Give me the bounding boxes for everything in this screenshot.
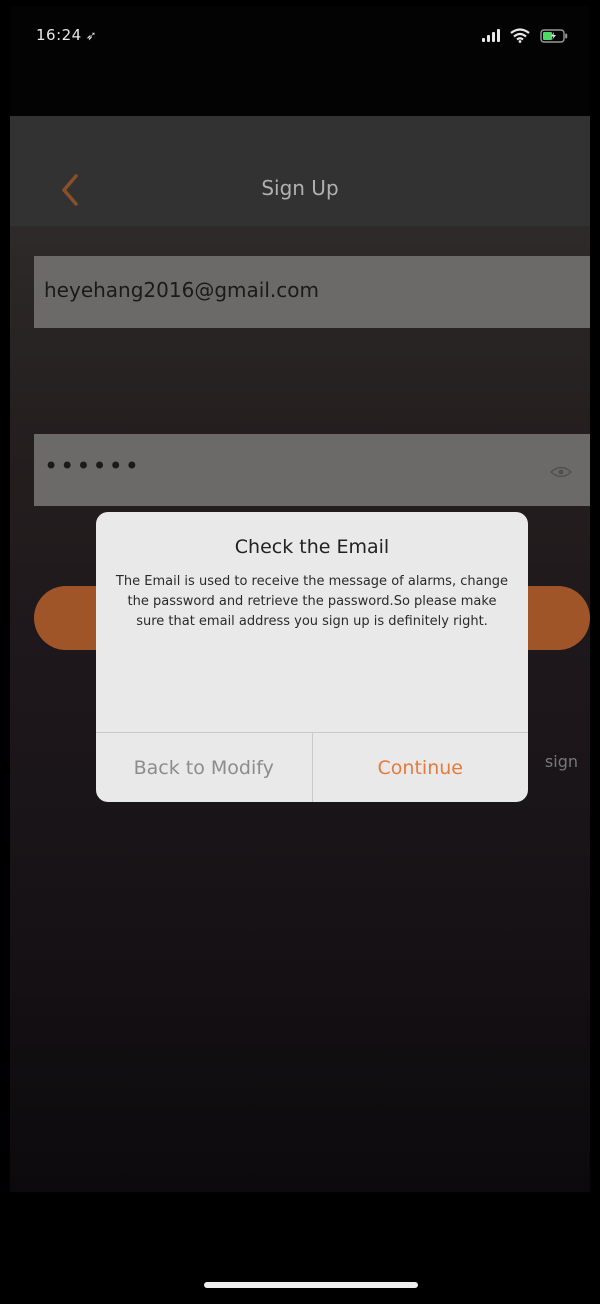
status-time: 16:24 ➶ [36,26,97,44]
status-icons [482,28,568,43]
home-indicator[interactable] [204,1282,418,1288]
status-bar: 16:24 ➶ [10,6,590,116]
check-email-dialog: Check the Email The Email is used to rec… [96,512,528,802]
dialog-actions: Back to Modify Continue [96,732,528,802]
dialog-message: The Email is used to receive the message… [115,574,509,629]
back-to-modify-button[interactable]: Back to Modify [96,733,312,802]
location-arrow-icon: ➶ [85,29,98,44]
phone-screen: 16:24 ➶ Sign Up heyehang2016@gmail.com •… [10,6,590,1298]
cellular-signal-icon [482,29,500,42]
time-text: 16:24 [36,26,82,44]
wifi-icon [510,28,530,43]
dialog-title: Check the Email [234,536,390,558]
battery-charging-icon [540,28,568,43]
continue-button[interactable]: Continue [311,733,529,802]
